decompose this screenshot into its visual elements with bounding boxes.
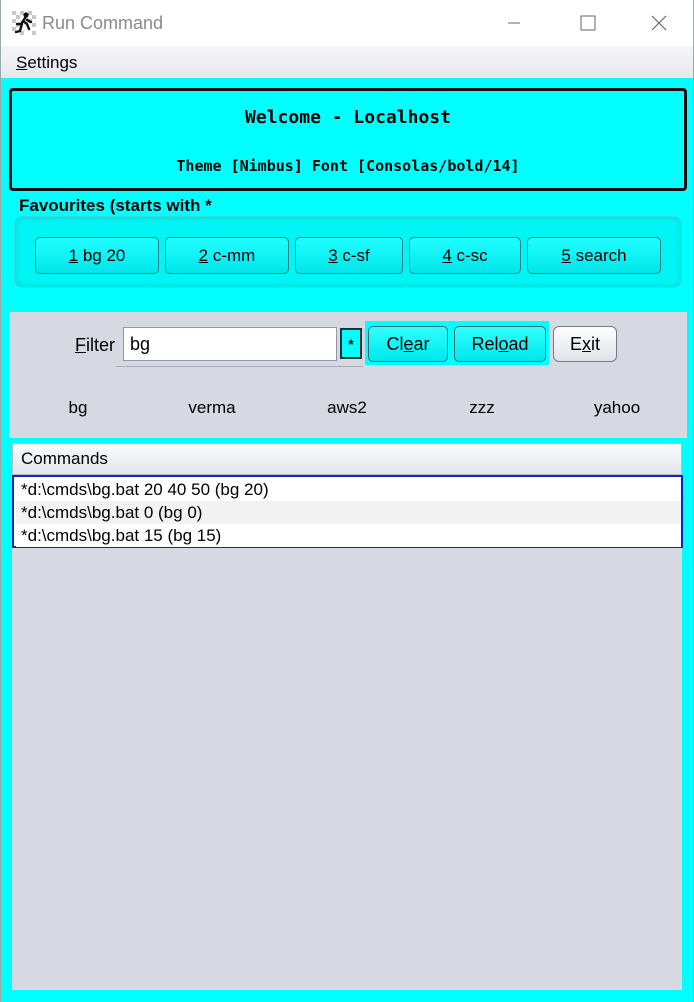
app-icon [12,11,36,35]
quick-command-verma[interactable]: verma [162,398,262,418]
favourites-label: Favourites (starts with * [19,196,212,215]
quick-command-bg[interactable]: bg [28,398,128,418]
menu-bar [0,46,694,78]
close-button[interactable] [623,0,694,46]
reload-button[interactable]: Rel o ad [454,326,546,362]
maximize-button[interactable] [552,0,624,46]
quick-command-aws2[interactable]: aws2 [297,398,397,418]
table-row[interactable]: *d:\cmds\bg.bat 15 (bg 15) [16,524,681,547]
window-border [0,0,1,1002]
favourite-button-3[interactable]: 3 c-sf [295,237,403,274]
welcome-title: Welcome - Localhost [245,107,451,128]
table-row[interactable]: *d:\cmds\bg.bat 0 (bg 0) [16,501,681,524]
minimize-icon [508,22,520,24]
quick-command-zzz[interactable]: zzz [432,398,532,418]
commands-column-header[interactable]: Commands [12,443,682,475]
quick-command-yahoo[interactable]: yahoo [567,398,667,418]
star-toggle-button[interactable]: * [340,328,362,359]
commands-table-body [12,475,682,990]
theme-font-info: Theme [Nimbus] Font [Consolas/bold/14] [176,157,520,175]
favourite-button-5[interactable]: 5 search [527,237,661,274]
welcome-panel: Welcome - Localhost Theme [Nimbus] Font … [9,88,687,191]
commands-list: *d:\cmds\bg.bat 20 40 50 (bg 20) *d:\cmd… [12,475,683,548]
clear-button[interactable]: Cl e ar [368,326,448,362]
favourite-button-4[interactable]: 4 c-sc [409,237,521,274]
minimize-button[interactable] [478,0,550,46]
window-title: Run Command [42,13,164,33]
table-row[interactable]: *d:\cmds\bg.bat 20 40 50 (bg 20) [16,478,681,501]
close-icon [651,15,667,31]
filter-label: Filter [75,335,116,355]
exit-button[interactable]: Ex it [553,326,617,362]
favourite-button-2[interactable]: 2 c-mm [165,237,289,274]
settings-menu[interactable]: Settings [16,52,77,74]
maximize-icon [580,15,596,31]
filter-input[interactable] [123,327,337,361]
favourite-button-1[interactable]: 1 bg 20 [35,237,159,274]
